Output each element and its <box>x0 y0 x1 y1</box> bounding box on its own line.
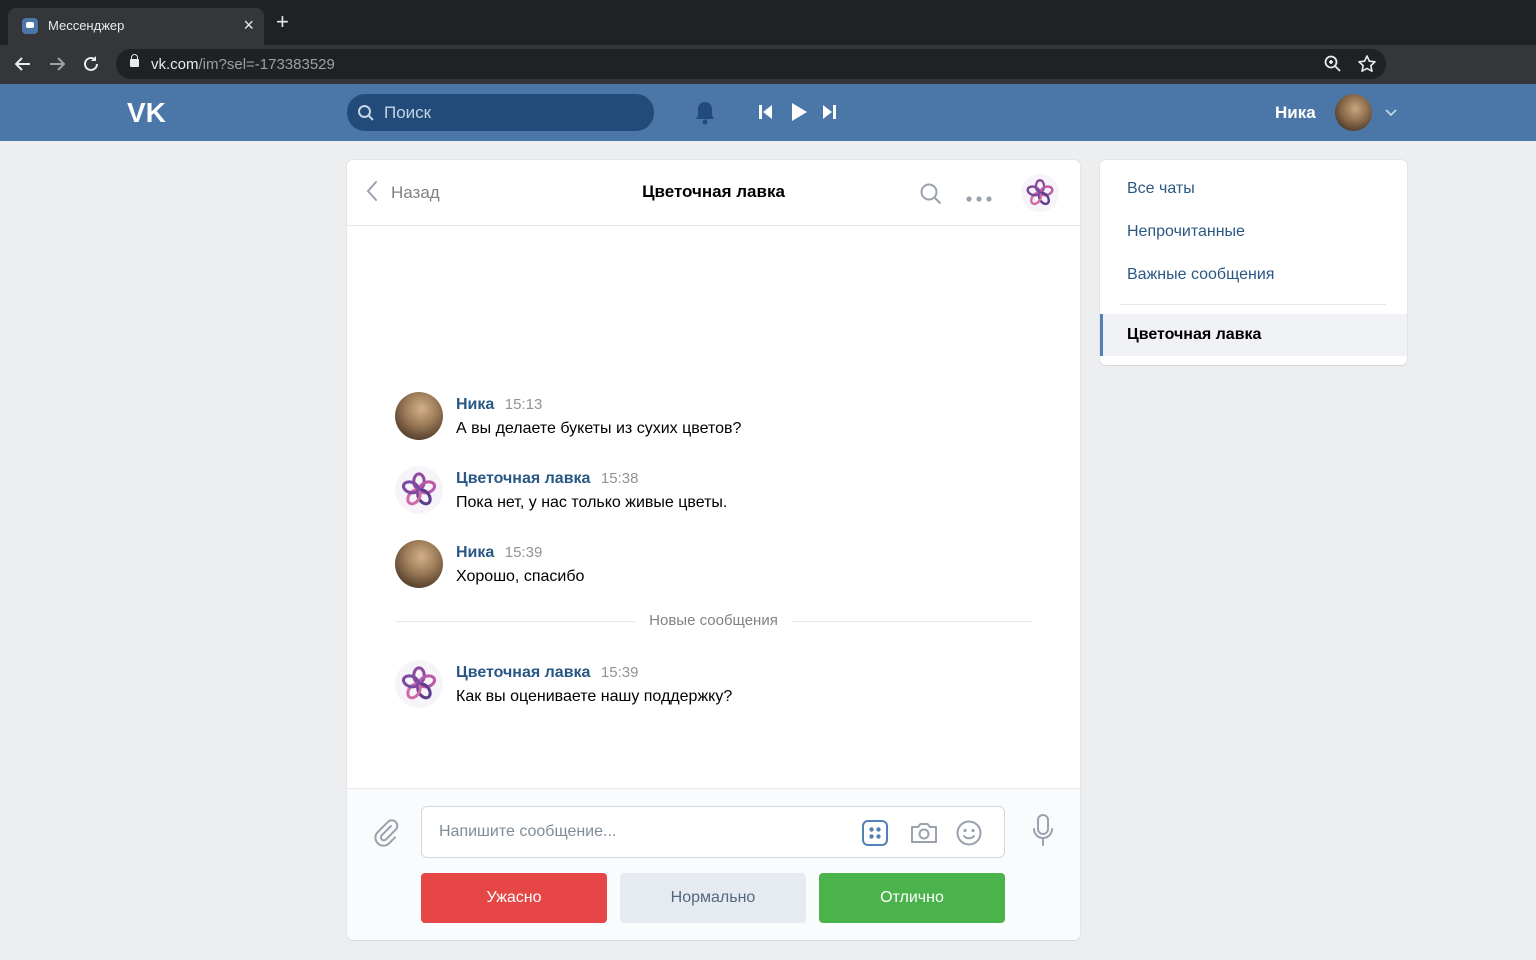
messenger-favicon-icon <box>22 18 38 34</box>
svg-text:VK: VK <box>127 98 166 126</box>
author-avatar[interactable] <box>395 392 443 440</box>
menu-divider <box>1120 304 1386 305</box>
new-tab-icon[interactable]: + <box>276 11 289 33</box>
menu-item-active-chat[interactable]: Цветочная лавка <box>1100 314 1407 356</box>
message-author[interactable]: Цветочная лавка <box>456 470 590 487</box>
zoom-icon[interactable] <box>1323 54 1343 74</box>
message-input[interactable] <box>439 807 839 857</box>
new-messages-divider: Новые сообщения <box>395 612 1032 629</box>
message-text: Как вы оцениваете нашу поддержку? <box>456 688 733 705</box>
message-author[interactable]: Цветочная лавка <box>456 664 590 681</box>
header-user-name[interactable]: Ника <box>1275 103 1316 123</box>
menu-item-important[interactable]: Важные сообщения <box>1100 254 1407 296</box>
browser-tab[interactable]: Мессенджер × <box>8 8 264 45</box>
lock-icon <box>130 54 139 67</box>
reload-icon[interactable] <box>80 53 102 75</box>
emoji-smile-icon[interactable] <box>955 819 983 852</box>
chat-avatar-flower-icon[interactable] <box>1021 174 1059 212</box>
menu-item-all-chats[interactable]: Все чаты <box>1100 168 1407 210</box>
microphone-icon[interactable] <box>1031 813 1055 854</box>
message-item: Ника 15:13 А вы делаете букеты из сухих … <box>395 392 1035 452</box>
bookmark-star-icon[interactable] <box>1357 54 1377 74</box>
rating-bad-button[interactable]: Ужасно <box>421 873 607 923</box>
bot-keyboard-icon[interactable] <box>861 819 889 852</box>
message-list[interactable]: Ника 15:13 А вы делаете букеты из сухих … <box>347 226 1080 788</box>
chat-header: Назад Цветочная лавка <box>347 160 1080 226</box>
previous-track-icon[interactable] <box>758 103 774 126</box>
camera-icon[interactable] <box>908 819 940 852</box>
flower-logo-icon[interactable] <box>395 466 443 514</box>
back-button[interactable]: Назад <box>365 180 440 206</box>
message-time[interactable]: 15:13 <box>505 396 543 413</box>
search-field[interactable] <box>347 94 654 131</box>
rating-excellent-button[interactable]: Отлично <box>819 873 1005 923</box>
message-text: Пока нет, у нас только живые цветы. <box>456 494 728 511</box>
url-text: vk.com/im?sel=-173383529 <box>151 56 335 73</box>
message-time[interactable]: 15:39 <box>505 544 543 561</box>
notifications-bell-icon[interactable] <box>693 100 717 131</box>
chevron-left-icon <box>365 179 379 208</box>
browser-tabbar: Мессенджер × + <box>0 0 1536 45</box>
tab-close-icon[interactable]: × <box>243 15 254 35</box>
message-author[interactable]: Ника <box>456 544 494 561</box>
vk-header: VK Ника <box>0 84 1536 141</box>
back-arrow-icon[interactable] <box>12 53 34 75</box>
menu-item-unread[interactable]: Непрочитанные <box>1100 211 1407 253</box>
forward-arrow-icon[interactable] <box>46 53 68 75</box>
address-bar[interactable]: vk.com/im?sel=-173383529 <box>116 49 1386 79</box>
author-avatar[interactable] <box>395 540 443 588</box>
message-text: Хорошо, спасибо <box>456 568 585 585</box>
tab-title: Мессенджер <box>48 18 125 33</box>
message-item: Ника 15:39 Хорошо, спасибо <box>395 540 1035 600</box>
rating-normal-button[interactable]: Нормально <box>620 873 806 923</box>
flower-logo-icon[interactable] <box>395 660 443 708</box>
paperclip-icon[interactable] <box>371 817 399 852</box>
message-item: Цветочная лавка 15:39 Как вы оцениваете … <box>395 660 1035 720</box>
next-track-icon[interactable] <box>821 103 837 126</box>
chat-panel: Назад Цветочная лавка Ника 15:13 А вы де… <box>347 160 1080 940</box>
message-input-wrap <box>421 806 1005 858</box>
message-author[interactable]: Ника <box>456 396 494 413</box>
message-item: Цветочная лавка 15:38 Пока нет, у нас то… <box>395 466 1035 526</box>
search-input[interactable] <box>384 94 644 131</box>
back-label: Назад <box>391 183 440 202</box>
search-icon <box>357 104 375 127</box>
more-dots-icon[interactable] <box>965 190 993 208</box>
play-icon[interactable] <box>789 101 809 128</box>
message-text: А вы делаете букеты из сухих цветов? <box>456 420 742 437</box>
message-time[interactable]: 15:39 <box>601 664 639 681</box>
chevron-down-icon[interactable] <box>1384 106 1398 124</box>
message-composer: Ужасно Нормально Отлично <box>347 788 1080 940</box>
browser-toolbar: vk.com/im?sel=-173383529 <box>0 45 1536 84</box>
message-time[interactable]: 15:38 <box>601 470 639 487</box>
vk-logo-icon[interactable]: VK <box>127 97 171 128</box>
search-icon[interactable] <box>919 182 943 211</box>
user-avatar[interactable] <box>1335 94 1372 131</box>
chat-filter-menu: Все чаты Непрочитанные Важные сообщения … <box>1100 160 1407 365</box>
chat-title[interactable]: Цветочная лавка <box>642 182 785 201</box>
new-messages-label: Новые сообщения <box>635 612 792 629</box>
